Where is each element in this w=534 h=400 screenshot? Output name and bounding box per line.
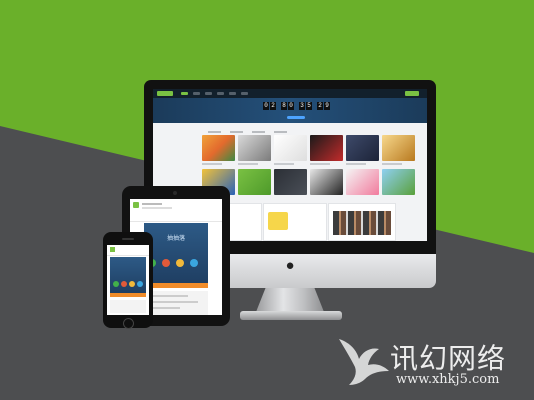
watermark-brand-name: 讯幻网络: [390, 342, 507, 375]
imac-stand: [256, 288, 324, 312]
app-card[interactable]: [202, 135, 235, 161]
countdown-digit: 2: [317, 102, 323, 110]
card-caption: [202, 163, 222, 165]
apple-logo-icon: ●: [285, 257, 295, 274]
hero-title: 抽抽落: [166, 235, 185, 242]
countdown-digit: 9: [324, 102, 330, 110]
countdown-digit: 0: [263, 102, 269, 110]
app-card[interactable]: [382, 135, 415, 161]
panel-thumbnail[interactable]: [268, 212, 288, 230]
card-caption: [238, 163, 258, 165]
app-icon[interactable]: [129, 281, 135, 287]
app-icon[interactable]: [113, 281, 119, 287]
countdown-digit: 3: [299, 102, 305, 110]
home-button[interactable]: [123, 318, 134, 329]
nav-item[interactable]: [193, 92, 200, 95]
imac-stand-base: [240, 311, 342, 320]
tab[interactable]: [274, 131, 287, 133]
app-card[interactable]: [274, 135, 307, 161]
countdown-timer: 0 2 8 0 3 5 2 9: [263, 102, 330, 110]
countdown-digit: 8: [281, 102, 287, 110]
card-caption: [310, 163, 330, 165]
tab[interactable]: [230, 131, 243, 133]
phone-header: [107, 245, 149, 256]
camera-icon: [173, 191, 177, 195]
content-list: [144, 291, 208, 315]
speaker-icon: [122, 238, 134, 240]
app-card[interactable]: [346, 135, 379, 161]
nav-item[interactable]: [241, 92, 248, 95]
card-caption: [382, 163, 402, 165]
countdown-digit: 5: [306, 102, 312, 110]
tab[interactable]: [208, 131, 221, 133]
site-navbar: [153, 89, 427, 98]
card-caption: [346, 163, 366, 165]
card-caption: [274, 163, 294, 165]
avatar-grid[interactable]: [333, 211, 391, 235]
tab[interactable]: [252, 131, 265, 133]
app-icon[interactable]: [176, 259, 184, 267]
app-card[interactable]: [238, 169, 271, 195]
app-card[interactable]: [274, 169, 307, 195]
nav-item[interactable]: [229, 92, 236, 95]
category-tabs: [208, 131, 287, 133]
site-logo: [157, 91, 173, 96]
app-card[interactable]: [382, 169, 415, 195]
app-card[interactable]: [310, 135, 343, 161]
app-icon[interactable]: [137, 281, 143, 287]
nav-item[interactable]: [205, 92, 212, 95]
avatar-grid-panel: [328, 203, 396, 241]
content-panel: [263, 203, 327, 241]
watermark-url: www.xhkj5.com: [396, 372, 500, 387]
action-bar[interactable]: [110, 293, 146, 297]
iphone-device: [103, 232, 153, 329]
app-logo: [133, 202, 139, 208]
countdown-digit: 2: [270, 102, 276, 110]
app-icon[interactable]: [190, 259, 198, 267]
nav-item[interactable]: [181, 92, 188, 95]
nav-login-button[interactable]: [405, 91, 419, 96]
app-icon[interactable]: [121, 281, 127, 287]
phone-app-screen: [107, 245, 149, 315]
countdown-digit: 0: [288, 102, 294, 110]
app-header: [130, 199, 222, 222]
hero-button[interactable]: [287, 116, 305, 119]
app-icon[interactable]: [162, 259, 170, 267]
app-card[interactable]: [346, 169, 379, 195]
app-hero-card: 抽抽落: [144, 223, 208, 283]
action-bar[interactable]: [144, 283, 208, 288]
phone-hero-card: [110, 257, 146, 293]
content-list: [110, 300, 146, 313]
bird-logo-icon: [339, 339, 389, 385]
nav-item[interactable]: [217, 92, 224, 95]
app-card[interactable]: [238, 135, 271, 161]
app-card[interactable]: [310, 169, 343, 195]
